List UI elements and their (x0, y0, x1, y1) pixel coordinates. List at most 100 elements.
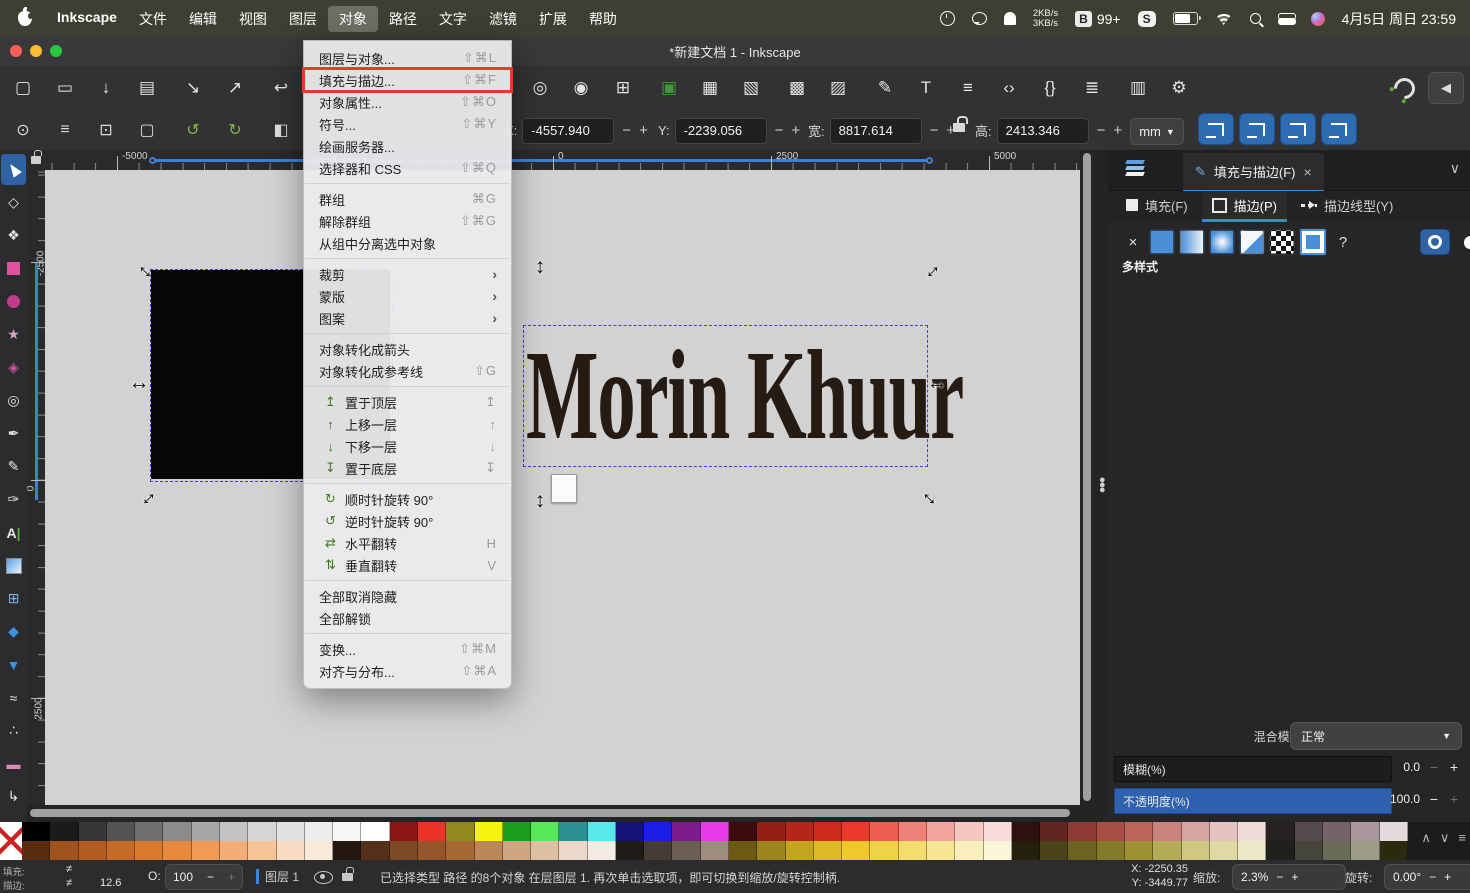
unlink-clone-icon[interactable]: ▧ (736, 74, 766, 102)
undo-icon[interactable]: ↩ (266, 74, 296, 102)
palette-swatch[interactable] (1068, 841, 1096, 860)
palette-swatch[interactable] (1238, 841, 1266, 860)
x-input[interactable]: -4557.940 (522, 118, 614, 144)
width-input[interactable]: 8817.614 (830, 118, 922, 144)
palette-swatch[interactable] (729, 841, 757, 860)
palette-swatch[interactable] (1153, 822, 1181, 841)
spray-tool[interactable]: ∴ (1, 715, 26, 746)
palette-swatch[interactable] (248, 822, 276, 841)
palette-swatch[interactable] (616, 841, 644, 860)
palette-swatch[interactable] (1012, 822, 1040, 841)
unknown-button[interactable]: ? (1332, 231, 1354, 253)
calligraphy-tool[interactable]: ✑ (1, 484, 26, 515)
palette-swatch[interactable] (1351, 841, 1379, 860)
select-in-all-layers-button[interactable]: ≡ (50, 117, 80, 143)
palette-swatch[interactable] (107, 841, 135, 860)
menubar-datetime[interactable]: 4月5日 周日 23:59 (1342, 9, 1456, 29)
palette-swatch[interactable] (701, 822, 729, 841)
toggle-bbox-button[interactable]: ▢ (132, 117, 162, 143)
y-plus-button[interactable]: + (787, 122, 804, 139)
y-minus-button[interactable]: − (771, 122, 788, 139)
menu-item-蒙版[interactable]: 蒙版› (304, 285, 511, 307)
palette-swatch[interactable] (1351, 822, 1379, 841)
palette-swatch[interactable] (757, 841, 785, 860)
menu-item-置于底层[interactable]: ↧置于底层↧ (304, 457, 511, 479)
vertical-ruler[interactable]: -250002500 (27, 170, 45, 805)
layers-dialog-icon[interactable]: ≡ (953, 74, 983, 102)
align-distribute-dialog-icon[interactable]: ≣ (1077, 74, 1107, 102)
subtab-fill[interactable]: 填充(F) (1116, 191, 1198, 222)
menu-item-全部取消隐藏[interactable]: 全部取消隐藏 (304, 585, 511, 607)
blur-minus-button[interactable]: − (1430, 759, 1438, 775)
menubar-item-扩展[interactable]: 扩展 (528, 6, 578, 32)
horizontal-scrollbar-thumb[interactable] (30, 809, 1070, 817)
palette-swatch[interactable] (984, 822, 1012, 841)
folder-open-icon[interactable]: ▭ (50, 74, 80, 102)
small-white-object[interactable] (551, 474, 577, 503)
blur-plus-button[interactable]: + (1450, 759, 1458, 775)
menubar-item-文件[interactable]: 文件 (128, 6, 178, 32)
palette-swatch[interactable] (79, 841, 107, 860)
handle-s-icon[interactable]: ↕ (528, 489, 552, 513)
palette-swatch[interactable] (361, 841, 389, 860)
palette-swatch[interactable] (163, 841, 191, 860)
star-tool[interactable]: ★ (1, 319, 26, 350)
eraser-tool[interactable]: ▬ (1, 748, 26, 779)
menu-item-符号[interactable]: 符号...⇧⌘Y (304, 113, 511, 135)
palette-swatch[interactable] (1040, 841, 1068, 860)
opacity-plus-icon[interactable]: + (228, 870, 235, 884)
clock-icon[interactable] (940, 11, 955, 26)
palette-swatch[interactable] (305, 822, 333, 841)
zoom-spinbox[interactable]: 2.3%−+ (1232, 864, 1346, 890)
palette-swatch[interactable] (559, 822, 587, 841)
palette-swatch[interactable] (984, 841, 1012, 860)
fill-rule-evenodd-button[interactable] (1456, 230, 1470, 254)
palette-swatch[interactable] (1097, 822, 1125, 841)
pen-tool[interactable]: ✒ (1, 418, 26, 449)
palette-swatch[interactable] (1210, 822, 1238, 841)
palette-swatch[interactable] (842, 841, 870, 860)
connector-tool[interactable]: ↳ (1, 781, 26, 812)
palette-swatch[interactable] (135, 841, 163, 860)
fill-rule-nonzero-button[interactable] (1420, 229, 1450, 255)
palette-swatch[interactable] (418, 841, 446, 860)
blur-slider[interactable]: 模糊(%) (1114, 756, 1392, 782)
xml-editor-icon[interactable]: ‹› (994, 74, 1024, 102)
palette-swatch[interactable] (390, 841, 418, 860)
no-color-swatch[interactable] (0, 822, 22, 860)
palette-swatch[interactable] (786, 841, 814, 860)
subtab-stroke-style[interactable]: 描边线型(Y) (1291, 191, 1403, 222)
selectors-css-dialog-icon[interactable]: {} (1035, 74, 1065, 102)
palette-swatch[interactable] (1238, 822, 1266, 841)
menubar-item-对象[interactable]: 对象 (328, 6, 378, 32)
menu-item-水平翻转[interactable]: ⇄水平翻转H (304, 532, 511, 554)
height-input[interactable]: 2413.346 (997, 118, 1089, 144)
menu-item-逆时针旋转 90°[interactable]: ↺逆时针旋转 90° (304, 510, 511, 532)
menu-item-解除群组[interactable]: 解除群组⇧⌘G (304, 210, 511, 232)
snap-toggle-icon[interactable] (1390, 74, 1420, 104)
create-clone-icon[interactable]: ▦ (695, 74, 725, 102)
palette-swatch[interactable] (1295, 822, 1323, 841)
palette-swatch[interactable] (135, 822, 163, 841)
menu-item-裁剪[interactable]: 裁剪› (304, 263, 511, 285)
palette-swatch[interactable] (672, 841, 700, 860)
group-icon[interactable]: ▩ (782, 74, 812, 102)
lock-ratio-icon[interactable] (953, 123, 965, 132)
palette-swatch[interactable] (1182, 841, 1210, 860)
app-icon[interactable] (1004, 12, 1016, 25)
palette-swatch[interactable] (1012, 841, 1040, 860)
zoom-selection-icon[interactable]: ⊞ (608, 74, 638, 102)
menu-item-图案[interactable]: 图案› (304, 307, 511, 329)
battery-icon[interactable] (1173, 12, 1198, 25)
notification-count[interactable]: 99+ (1097, 11, 1121, 27)
stroke-indicator-value[interactable]: ≠ (66, 877, 72, 889)
height-minus-button[interactable]: − (1093, 122, 1110, 139)
palette-menu-icon[interactable]: ≡ (1458, 830, 1466, 846)
flat-color-button[interactable] (1150, 230, 1174, 254)
palette-swatch[interactable] (588, 841, 616, 860)
canvas[interactable]: Morin Khuur ↔↕↔↔↔↔↕↔ (45, 170, 1080, 805)
scale-rounded-corners-toggle[interactable] (1239, 113, 1275, 145)
palette-swatch[interactable] (899, 841, 927, 860)
palette-swatch[interactable] (1153, 841, 1181, 860)
vertical-scrollbar-thumb[interactable] (1083, 153, 1091, 801)
